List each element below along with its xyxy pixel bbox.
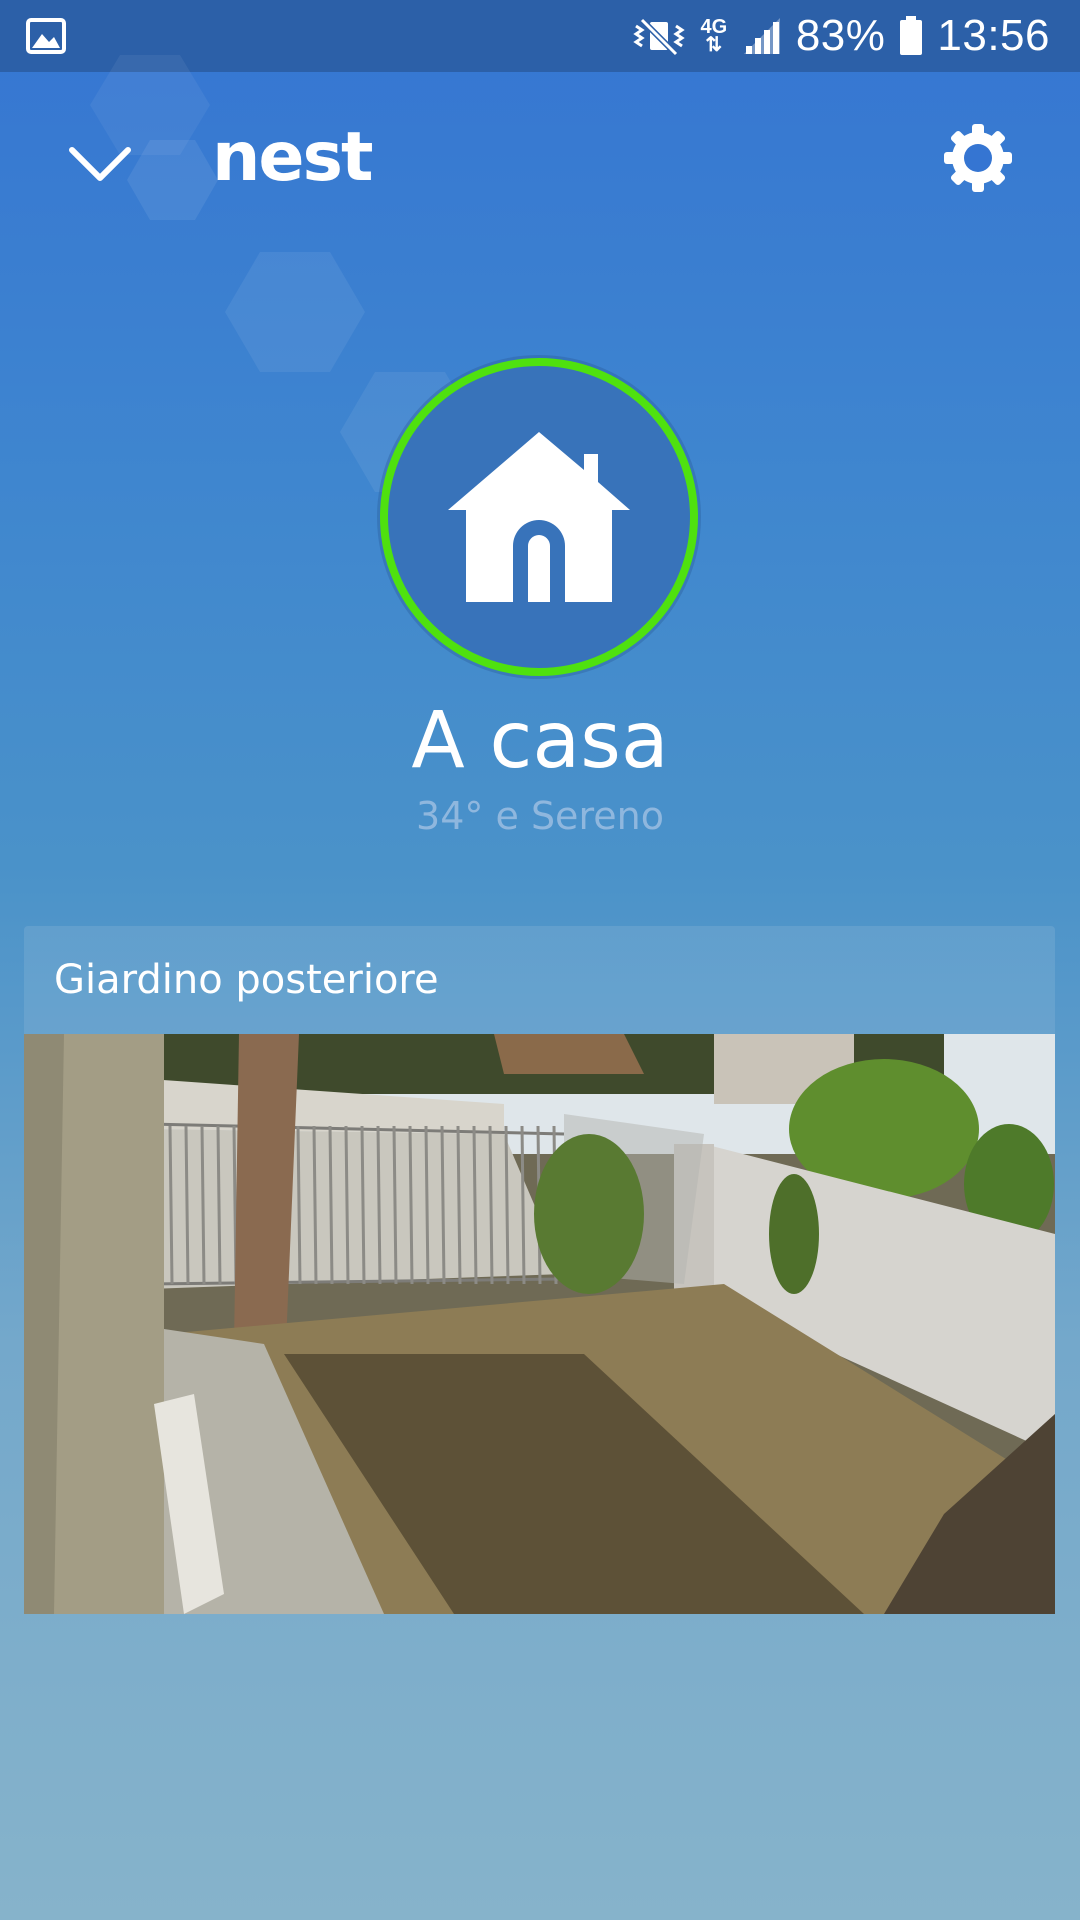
gear-icon[interactable] <box>942 122 1014 194</box>
camera-card[interactable]: Giardino posteriore <box>24 926 1055 1614</box>
nest-logo: nest <box>212 118 374 197</box>
home-icon <box>448 432 630 602</box>
chevron-down-icon[interactable] <box>60 128 140 198</box>
camera-header: Giardino posteriore <box>24 926 1055 1034</box>
camera-name: Giardino posteriore <box>54 957 439 1003</box>
home-status-button[interactable] <box>380 358 698 676</box>
home-status-label: A casa <box>411 696 669 786</box>
weather-label: 34° e Sereno <box>416 794 664 838</box>
camera-feed-image[interactable] <box>24 1034 1055 1614</box>
